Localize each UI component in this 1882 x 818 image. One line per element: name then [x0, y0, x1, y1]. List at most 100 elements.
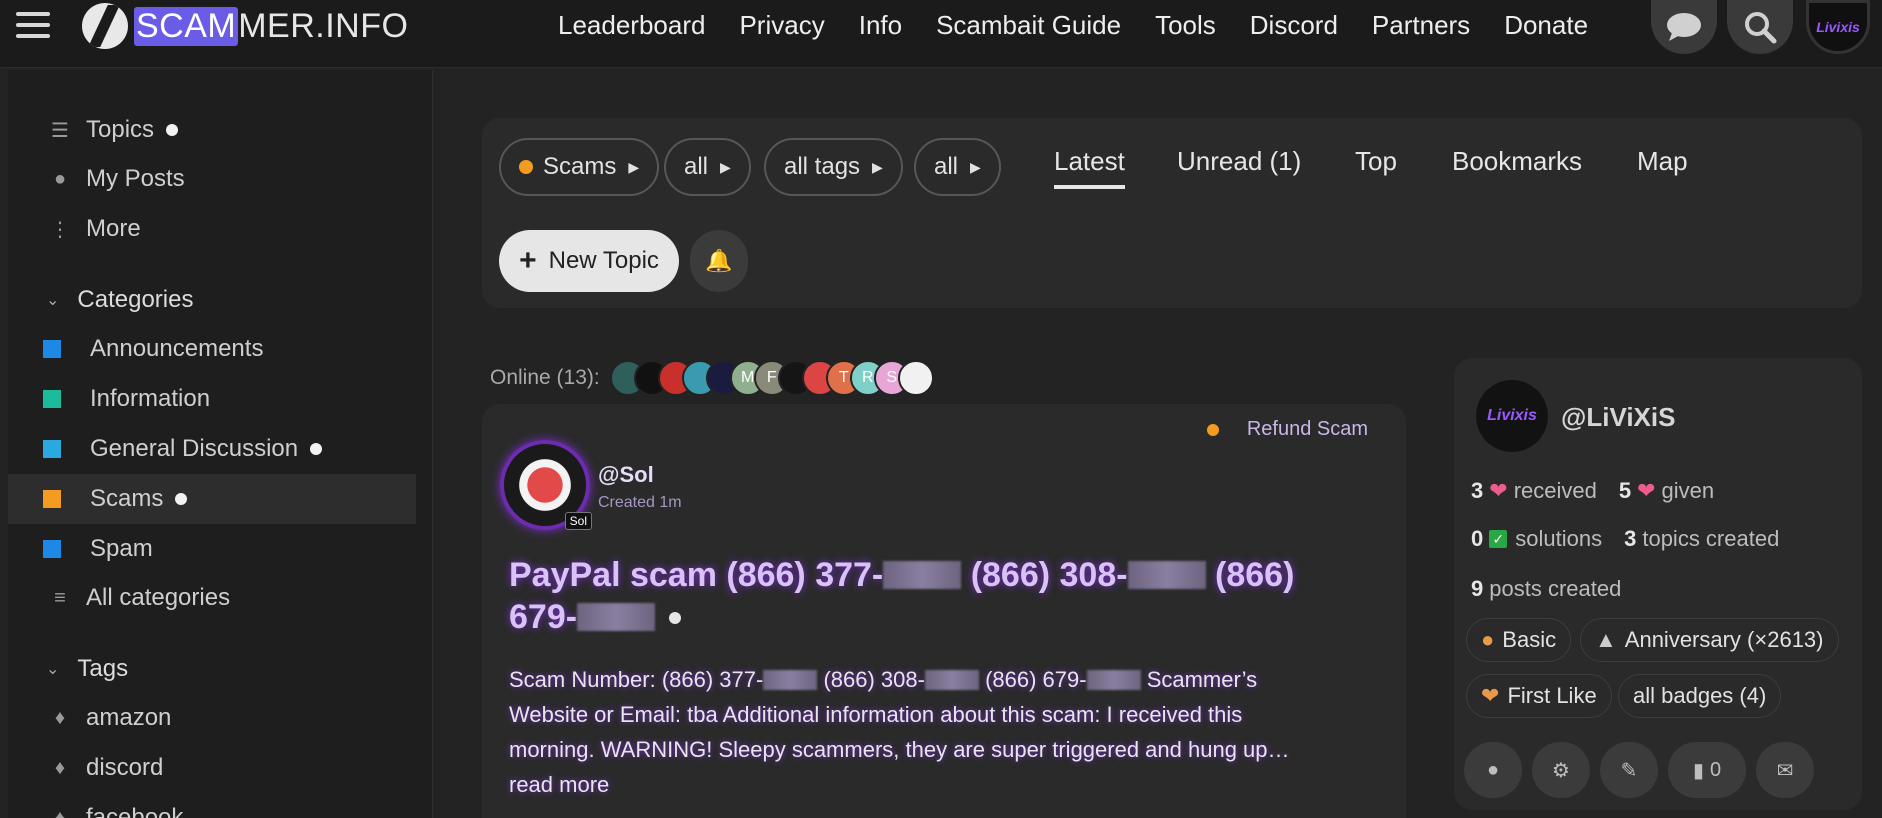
site-logo[interactable]: SCAM MER.INFO: [82, 0, 408, 52]
sidebar-item-general-discussion[interactable]: General Discussion: [8, 424, 416, 474]
tab-latest[interactable]: Latest: [1054, 146, 1125, 189]
nav-leaderboard[interactable]: Leaderboard: [558, 10, 705, 41]
sidebar-tag-facebook[interactable]: ♦ facebook: [8, 793, 416, 818]
new-topic-label: New Topic: [548, 247, 659, 274]
posts-stats: 9 posts created: [1471, 576, 1621, 602]
hamburger-menu-icon[interactable]: [16, 12, 50, 38]
caret-right-icon: ▶: [628, 158, 640, 175]
topic-title[interactable]: PayPal scam (866) 377- (866) 308- (866) …: [509, 554, 1329, 638]
author-name[interactable]: @Sol: [598, 462, 654, 488]
likes-given-count: 5: [1618, 478, 1632, 503]
tab-bookmarks[interactable]: Bookmarks: [1452, 146, 1582, 177]
more-icon: ⋮: [50, 218, 70, 241]
likes-received-label: received: [1513, 478, 1597, 503]
title-text: PayPal scam (866) 377-: [509, 556, 884, 594]
nav-tools[interactable]: Tools: [1155, 10, 1216, 41]
category-color-dot: [519, 160, 533, 174]
user-avatar[interactable]: Livixis: [1476, 380, 1548, 452]
badge-label: all badges (4): [1633, 683, 1767, 708]
nav-privacy[interactable]: Privacy: [739, 10, 824, 41]
all-badges-link[interactable]: all badges (4): [1618, 674, 1782, 718]
preferences-button[interactable]: ⚙: [1532, 742, 1590, 798]
category-color-swatch: [43, 490, 61, 508]
redacted-block: [1127, 561, 1206, 589]
nav-discord[interactable]: Discord: [1250, 10, 1338, 41]
sidebar-item-more[interactable]: ⋮ More: [8, 204, 416, 254]
author-avatar[interactable]: Sol: [500, 440, 592, 530]
sidebar-item-label: Spam: [90, 535, 153, 562]
badge-label: Anniversary (×2613): [1624, 627, 1824, 652]
likes-received-count: 3: [1471, 478, 1484, 503]
logo-text-highlight: SCAM: [134, 6, 239, 46]
sidebar-item-scams[interactable]: Scams: [8, 474, 416, 524]
bookmark-icon: ▮: [1692, 759, 1704, 782]
sidebar-item-spam[interactable]: Spam: [8, 524, 416, 574]
topic-tag[interactable]: Refund Scam: [1206, 418, 1368, 441]
sidebar-tag-discord[interactable]: ♦ discord: [8, 743, 416, 793]
tags-filter-dropdown[interactable]: all tags ▶: [764, 138, 903, 196]
sidebar-item-all-categories[interactable]: ≡ All categories: [8, 573, 416, 623]
categories-heading: Categories: [77, 286, 194, 313]
online-avatars: M F T R S: [609, 360, 934, 396]
tags-toggle[interactable]: ⌄ Tags: [8, 645, 416, 693]
search-button[interactable]: [1727, 0, 1793, 54]
notification-level-button[interactable]: 🔔: [690, 230, 748, 292]
tags-filter-value: all tags: [784, 153, 861, 180]
sidebar-item-label: Scams: [90, 485, 164, 512]
nav-donate[interactable]: Donate: [1504, 10, 1588, 41]
category-color-swatch: [43, 540, 61, 558]
solutions-label: solutions: [1515, 526, 1603, 551]
tab-map[interactable]: Map: [1637, 146, 1688, 177]
current-user-avatar[interactable]: Livixis: [1806, 0, 1870, 54]
user-icon: ●: [1481, 627, 1495, 652]
profile-button[interactable]: ●: [1464, 742, 1522, 798]
checkbox-icon: ✓: [1489, 530, 1508, 548]
redacted-block: [1086, 670, 1141, 690]
online-label: Online (13):: [490, 366, 600, 389]
sidebar-item-announcements[interactable]: Announcements: [8, 324, 416, 374]
username[interactable]: @LiViXiS: [1561, 402, 1675, 433]
avatar[interactable]: [897, 360, 934, 396]
subcategory-filter-dropdown[interactable]: all ▶: [664, 138, 751, 196]
category-filter-dropdown[interactable]: Scams ▶: [499, 138, 660, 196]
user-summary-card: Livixis @LiViXiS 3 ❤ received 5 ❤ given …: [1454, 358, 1862, 810]
category-filter-value: Scams: [543, 153, 617, 180]
status-filter-dropdown[interactable]: all ▶: [914, 138, 1001, 196]
bookmarks-button[interactable]: ▮ 0: [1668, 742, 1746, 798]
nav-scambait-guide[interactable]: Scambait Guide: [936, 10, 1121, 41]
sidebar-item-label: Information: [90, 385, 211, 412]
user-icon: ●: [53, 167, 67, 190]
nav-info[interactable]: Info: [859, 10, 902, 41]
sidebar-tag-amazon[interactable]: ♦ amazon: [8, 693, 416, 743]
top-nav: Leaderboard Privacy Info Scambait Guide …: [558, 0, 1622, 50]
sidebar-item-topics[interactable]: ☰ Topics: [8, 105, 416, 155]
user-icon: ●: [1486, 758, 1500, 781]
category-color-swatch: [43, 440, 61, 458]
status-filter-value: all: [934, 153, 959, 180]
sidebar-item-my-posts[interactable]: ● My Posts: [8, 154, 416, 204]
tags-heading: Tags: [77, 655, 129, 682]
badge-first-like[interactable]: ❤ First Like: [1466, 674, 1612, 718]
tab-unread[interactable]: Unread (1): [1177, 146, 1301, 177]
messages-button[interactable]: ✉: [1756, 742, 1814, 798]
excerpt-text: (866) 679-: [978, 667, 1087, 692]
topic-card[interactable]: Refund Scam Sol @Sol Created 1m PayPal s…: [482, 404, 1406, 818]
badge-anniversary[interactable]: ▲ Anniversary (×2613): [1580, 618, 1839, 662]
drafts-button[interactable]: ✎: [1600, 742, 1658, 798]
excerpt-text: Scam Number: (866) 377-: [509, 667, 764, 692]
redacted-block: [577, 603, 656, 631]
sidebar-item-label: My Posts: [86, 165, 185, 192]
logo-text-rest: MER.INFO: [238, 6, 409, 45]
sidebar-item-information[interactable]: Information: [8, 374, 416, 424]
tab-top[interactable]: Top: [1355, 146, 1397, 177]
logo-lightning-icon: [82, 3, 128, 49]
nav-partners[interactable]: Partners: [1372, 10, 1470, 41]
tag-icon: ♦: [54, 706, 66, 729]
categories-toggle[interactable]: ⌄ Categories: [8, 276, 416, 324]
topic-excerpt[interactable]: Scam Number: (866) 377- (866) 308- (866)…: [509, 662, 1329, 802]
badge-basic[interactable]: ● Basic: [1466, 618, 1572, 662]
unread-dot: [175, 493, 188, 505]
solutions-stats: 0 ✓ solutions 3 topics created: [1471, 526, 1779, 552]
chat-button[interactable]: [1651, 0, 1717, 54]
new-topic-button[interactable]: + New Topic: [499, 230, 679, 292]
